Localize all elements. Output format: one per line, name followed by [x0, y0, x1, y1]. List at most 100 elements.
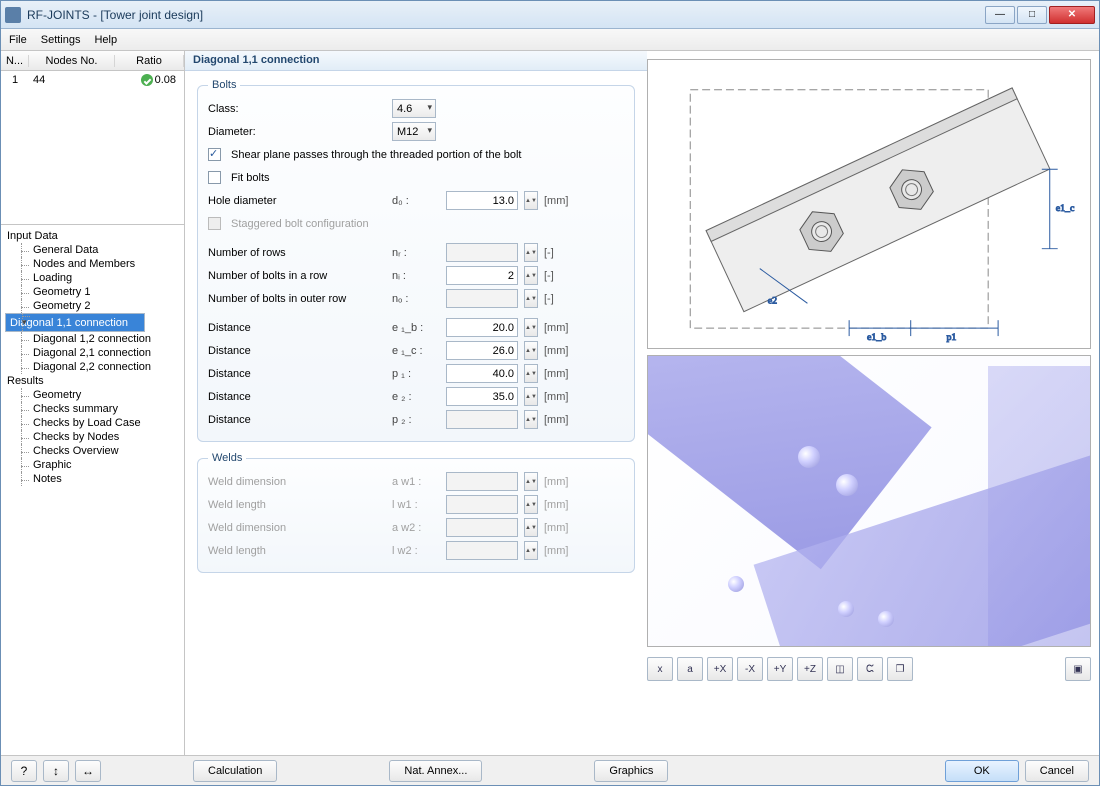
hole-spinner[interactable]: ▲▼	[524, 191, 538, 210]
wl1-sym: l w1 :	[392, 499, 440, 511]
wl2-sym: l w2 :	[392, 545, 440, 557]
fitbolts-checkbox[interactable]	[208, 171, 221, 184]
tree-diag12[interactable]: Diagonal 1,2 connection	[5, 332, 180, 346]
e2-spinner[interactable]: ▲▼	[524, 387, 538, 406]
maximize-button[interactable]: □	[1017, 6, 1047, 24]
close-button[interactable]: ✕	[1049, 6, 1095, 24]
no-spinner: ▲▼	[524, 289, 538, 308]
p1-unit: [mm]	[544, 368, 568, 380]
calculation-button[interactable]: Calculation	[193, 760, 277, 782]
tree-nodes-members[interactable]: Nodes and Members	[5, 257, 180, 271]
window-buttons: — □ ✕	[985, 6, 1095, 24]
e1c-input[interactable]	[446, 341, 518, 360]
cancel-button[interactable]: Cancel	[1025, 760, 1089, 782]
e2-sym: e ₂ :	[392, 391, 440, 403]
tree-results[interactable]: Results	[5, 374, 180, 388]
tree-diag21[interactable]: Diagonal 2,1 connection	[5, 346, 180, 360]
tree-r-nodes[interactable]: Checks by Nodes	[5, 430, 180, 444]
minimize-button[interactable]: —	[985, 6, 1015, 24]
tree-r-sum[interactable]: Checks summary	[5, 402, 180, 416]
cell-n: 1	[1, 74, 29, 86]
help-button[interactable]: ?	[11, 760, 37, 782]
tree-diag11[interactable]: Diagonal 1,1 connection	[5, 313, 145, 332]
tree-r-ov[interactable]: Checks Overview	[5, 444, 180, 458]
tool-iso-icon[interactable]: ◫	[827, 657, 853, 681]
nrows-unit: [-]	[544, 247, 554, 259]
wd2-spinner: ▲▼	[524, 518, 538, 537]
tool-axis-x[interactable]: x	[647, 657, 673, 681]
no-label: Number of bolts in outer row	[208, 293, 386, 305]
tree-general[interactable]: General Data	[5, 243, 180, 257]
tool-view-pz[interactable]: +Z	[797, 657, 823, 681]
menu-file[interactable]: File	[9, 34, 27, 46]
shear-checkbox[interactable]	[208, 148, 221, 161]
p2-unit: [mm]	[544, 414, 568, 426]
titlebar: RF-JOINTS - [Tower joint design] — □ ✕	[1, 1, 1099, 29]
tool-view-px[interactable]: +X	[707, 657, 733, 681]
ni-spinner[interactable]: ▲▼	[524, 266, 538, 285]
diameter-select[interactable]: M12	[392, 122, 436, 141]
tool-axis-a[interactable]: a	[677, 657, 703, 681]
welds-group: Welds Weld dimensiona w1 :▲▼[mm] Weld le…	[197, 452, 635, 573]
tool-export-icon[interactable]: ▣	[1065, 657, 1091, 681]
p1-sym: p ₁ :	[392, 368, 440, 380]
e1c-label: Distance	[208, 345, 386, 357]
ok-button[interactable]: OK	[945, 760, 1019, 782]
bottom-bar: ? ↕ ↔ Calculation Nat. Annex... Graphics…	[1, 755, 1099, 785]
p1-input[interactable]	[446, 364, 518, 383]
render-view[interactable]	[647, 355, 1091, 647]
nav-tree: Input Data General Data Nodes and Member…	[1, 225, 184, 755]
class-select[interactable]: 4.6	[392, 99, 436, 118]
nat-annex-button[interactable]: Nat. Annex...	[389, 760, 482, 782]
e1c-spinner[interactable]: ▲▼	[524, 341, 538, 360]
e2-input[interactable]	[446, 387, 518, 406]
expand-button[interactable]: ↔	[75, 760, 101, 782]
menubar: File Settings Help	[1, 29, 1099, 51]
wl1-spinner: ▲▼	[524, 495, 538, 514]
tree-diag22[interactable]: Diagonal 2,2 connection	[5, 360, 180, 374]
tree-loading[interactable]: Loading	[5, 271, 180, 285]
e1b-label: Distance	[208, 322, 386, 334]
menu-settings[interactable]: Settings	[41, 34, 81, 46]
tool-view-py[interactable]: +Y	[767, 657, 793, 681]
e1c-sym: e ₁_c :	[392, 345, 440, 357]
tree-geo1[interactable]: Geometry 1	[5, 285, 180, 299]
tree-r-gfx[interactable]: Graphic	[5, 458, 180, 472]
collapse-button[interactable]: ↕	[43, 760, 69, 782]
ni-unit: [-]	[544, 270, 554, 282]
schematic-view[interactable]: e1_b p1 e1_c e2	[647, 59, 1091, 349]
ni-input[interactable]	[446, 266, 518, 285]
wd1-sym: a w1 :	[392, 476, 440, 488]
staggered-checkbox	[208, 217, 221, 230]
col-n[interactable]: N...	[1, 55, 29, 67]
no-sym: nₒ :	[392, 293, 440, 305]
p2-label: Distance	[208, 414, 386, 426]
graphics-panel: e1_b p1 e1_c e2	[647, 51, 1099, 755]
app-icon	[5, 7, 21, 23]
col-ratio[interactable]: Ratio	[115, 55, 184, 67]
e1b-sym: e ₁_b :	[392, 322, 440, 334]
nrows-spinner: ▲▼	[524, 243, 538, 262]
check-ok-icon	[141, 74, 153, 86]
wl2-spinner: ▲▼	[524, 541, 538, 560]
tool-check-icon[interactable]: ᙅ	[857, 657, 883, 681]
tree-input-data[interactable]: Input Data	[5, 229, 180, 243]
tree-r-lc[interactable]: Checks by Load Case	[5, 416, 180, 430]
p1-spinner[interactable]: ▲▼	[524, 364, 538, 383]
hole-input[interactable]	[446, 191, 518, 210]
graphics-button[interactable]: Graphics	[594, 760, 668, 782]
tree-geo2[interactable]: Geometry 2	[5, 299, 180, 313]
tool-view-mx[interactable]: -X	[737, 657, 763, 681]
tree-r-geo[interactable]: Geometry	[5, 388, 180, 402]
grid-row[interactable]: 1 44 0.08	[1, 71, 184, 89]
wl1-label: Weld length	[208, 499, 386, 511]
view-toolbar: x a +X -X +Y +Z ◫ ᙅ ❐ ▣	[647, 653, 1091, 685]
menu-help[interactable]: Help	[94, 34, 117, 46]
p2-sym: p ₂ :	[392, 414, 440, 426]
tree-r-notes[interactable]: Notes	[5, 472, 180, 486]
nrows-label: Number of rows	[208, 247, 386, 259]
tool-copy-icon[interactable]: ❐	[887, 657, 913, 681]
e1b-spinner[interactable]: ▲▼	[524, 318, 538, 337]
col-nodes[interactable]: Nodes No.	[29, 55, 115, 67]
e1b-input[interactable]	[446, 318, 518, 337]
